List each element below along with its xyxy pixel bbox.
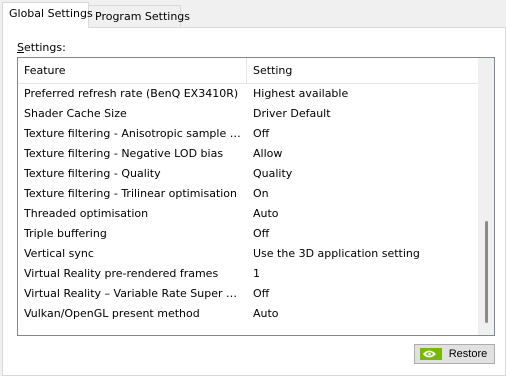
setting-cell: Auto [253,307,279,320]
feature-cell: Shader Cache Size [24,107,127,120]
table-row[interactable]: Vertical sync Use the 3D application sett… [18,244,480,264]
setting-cell: Off [253,287,270,300]
tab-label: Program Settings [95,10,191,23]
table-row[interactable]: Texture filtering - Anisotropic sample o… [18,124,480,144]
restore-button[interactable]: Restore [414,344,495,364]
table-row[interactable]: Triple buffering Off [18,224,480,244]
restore-button-label: Restore [448,348,488,360]
table-row[interactable]: Texture filtering - Quality Quality [18,164,480,184]
column-header-feature[interactable]: Feature [18,58,247,83]
list-rows: Preferred refresh rate (BenQ EX3410R) Hig… [18,84,480,324]
global-settings-panel: Settings: Feature Setting Preferred refr… [2,27,506,376]
feature-cell: Texture filtering - Anisotropic sample o… [24,127,242,140]
feature-cell: Virtual Reality – Variable Rate Super Sa… [24,287,242,300]
setting-cell: On [253,187,269,200]
setting-cell: Auto [253,207,279,220]
feature-cell: Texture filtering - Negative LOD bias [24,147,224,160]
setting-cell: Use the 3D application setting [253,247,420,260]
feature-cell: Vulkan/OpenGL present method [24,307,200,320]
table-row[interactable]: Virtual Reality – Variable Rate Super Sa… [18,284,480,304]
list-header: Feature Setting [18,58,480,84]
setting-cell: Highest available [253,87,349,100]
feature-cell: Texture filtering - Quality [24,167,161,180]
table-row[interactable]: Threaded optimisation Auto [18,204,480,224]
scrollbar-thumb[interactable] [485,221,488,323]
setting-cell: Quality [253,167,293,180]
setting-cell: Off [253,127,270,140]
vertical-scrollbar[interactable] [478,58,494,335]
feature-cell: Virtual Reality pre-rendered frames [24,267,219,280]
settings-list[interactable]: Feature Setting Preferred refresh rate (… [17,57,495,336]
feature-cell: Threaded optimisation [24,207,149,220]
settings-label-text: ettings: [23,41,66,54]
tab-label: Global Settings [9,7,93,20]
table-row[interactable]: Shader Cache Size Driver Default [18,104,480,124]
tab-strip: Program Settings Global Settings [0,0,506,28]
table-row[interactable]: Texture filtering - Trilinear optimisati… [18,184,480,204]
setting-cell: Driver Default [253,107,331,120]
setting-cell: Allow [253,147,283,160]
table-row[interactable]: Texture filtering - Negative LOD bias All… [18,144,480,164]
tab-global-settings[interactable]: Global Settings [2,2,93,28]
column-header-setting[interactable]: Setting [247,58,480,83]
feature-cell: Vertical sync [24,247,94,260]
table-row[interactable]: Vulkan/OpenGL present method Auto [18,304,480,324]
table-row[interactable]: Preferred refresh rate (BenQ EX3410R) Hig… [18,84,480,104]
tab-program-settings[interactable]: Program Settings [88,5,190,26]
settings-label-accelerator: S [17,41,24,54]
setting-cell: Off [253,227,270,240]
setting-cell: 1 [253,267,260,280]
feature-cell: Texture filtering - Trilinear optimisati… [24,187,238,200]
feature-cell: Triple buffering [24,227,107,240]
table-row[interactable]: Virtual Reality pre-rendered frames 1 [18,264,480,284]
settings-label: Settings: [17,41,66,54]
feature-cell: Preferred refresh rate (BenQ EX3410R) [24,87,239,100]
nvidia-logo-icon [420,348,442,360]
